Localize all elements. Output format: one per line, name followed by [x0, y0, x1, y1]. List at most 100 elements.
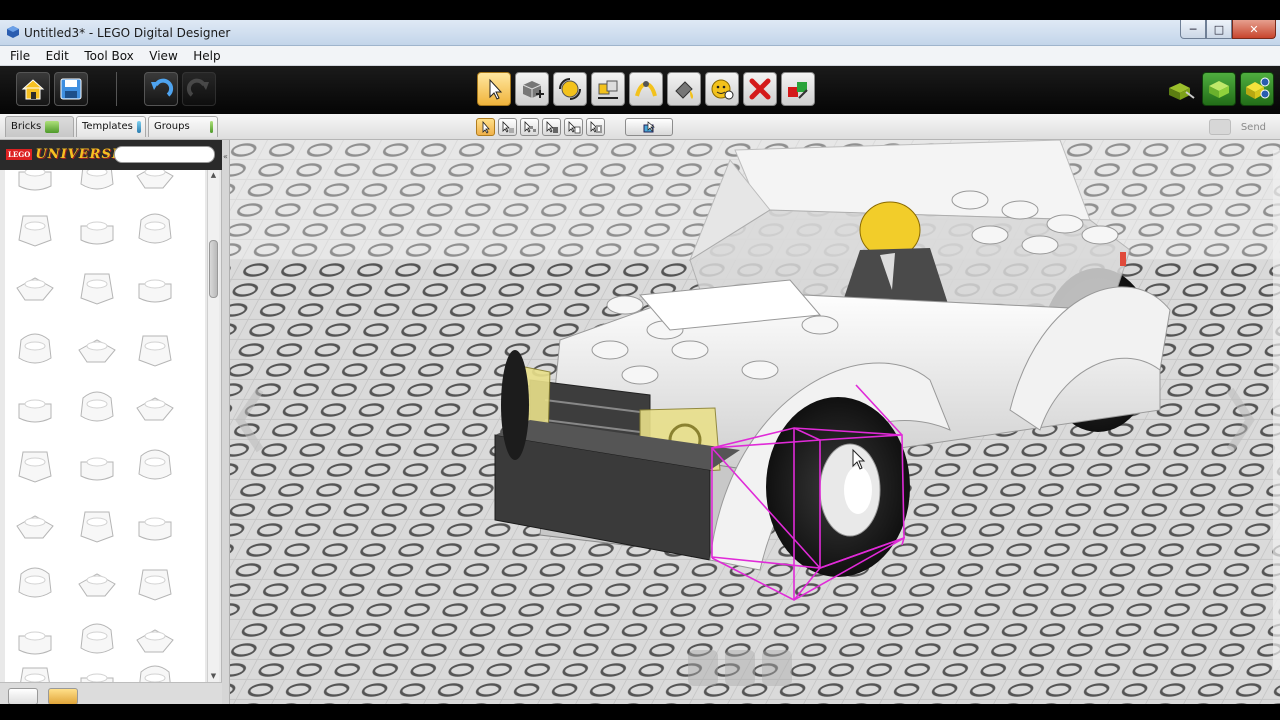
brick-thumbnail[interactable]: [138, 517, 172, 541]
brick-thumbnail[interactable]: [80, 457, 114, 481]
brick-thumbnail[interactable]: [138, 279, 172, 303]
viewport-scrollbar[interactable]: [1273, 150, 1280, 670]
brick-thumbnail[interactable]: [138, 449, 172, 480]
groups-tab-icon: [209, 121, 213, 133]
build-mode-icon: [1169, 83, 1195, 100]
maximize-button[interactable]: □: [1206, 20, 1232, 39]
brick-thumbnail[interactable]: [139, 665, 171, 682]
colour-picker-button[interactable]: [781, 72, 815, 106]
brick-thumbnail[interactable]: [136, 397, 174, 421]
tab-groups-label: Groups: [154, 121, 190, 132]
scrollbar-thumb[interactable]: [209, 240, 218, 298]
brick-thumbnail[interactable]: [16, 515, 54, 539]
build-scene[interactable]: [230, 140, 1280, 704]
brick-thumbnail[interactable]: [16, 277, 54, 301]
paint-tool-button[interactable]: [667, 72, 701, 106]
main-toolbar: [0, 66, 1280, 114]
save-button[interactable]: [54, 72, 88, 106]
connected-select-button[interactable]: [520, 118, 539, 136]
tab-bricks-label: Bricks: [11, 121, 42, 132]
brick-thumbnail[interactable]: [136, 170, 174, 189]
palette-view-button[interactable]: [8, 688, 38, 705]
brick-thumbnail[interactable]: [80, 221, 114, 245]
brick-thumbnail[interactable]: [18, 399, 52, 423]
colour-picker-icon: [788, 82, 808, 99]
menu-help[interactable]: Help: [187, 46, 226, 63]
building-guide-button[interactable]: [1240, 72, 1274, 106]
brick-thumbnail[interactable]: [80, 170, 114, 190]
selection-toolbar: Bricks Templates Groups Send: [0, 114, 1280, 140]
camera-controls[interactable]: [688, 650, 792, 686]
brick-palette-panel: LEGO UNIVERSE ▲ ▼: [0, 140, 222, 705]
scroll-down-icon[interactable]: ▼: [208, 671, 219, 682]
screen-top-border: [0, 0, 1280, 20]
brick-thumbnail[interactable]: [18, 215, 52, 247]
tab-groups[interactable]: Groups: [148, 116, 218, 137]
single-select-button[interactable]: [476, 118, 495, 136]
screen-bottom-border: [0, 704, 1280, 720]
build-mode-button[interactable]: [1166, 74, 1196, 104]
redo-button[interactable]: [182, 72, 216, 106]
minimize-button[interactable]: ─: [1180, 20, 1206, 39]
same-shape-select-button[interactable]: [564, 118, 583, 136]
tab-templates[interactable]: Templates: [76, 116, 146, 137]
clone-tool-button[interactable]: [515, 72, 549, 106]
menu-edit[interactable]: Edit: [40, 46, 75, 63]
save-icon: [60, 78, 82, 100]
palette-tabs: Bricks Templates Groups: [5, 116, 220, 138]
clone-tool-icon: [522, 81, 544, 98]
send-icon: [1208, 119, 1231, 135]
brick-thumbnail[interactable]: [19, 667, 51, 682]
menu-view[interactable]: View: [143, 46, 183, 63]
brick-thumbnail[interactable]: [80, 391, 114, 422]
3d-viewport[interactable]: [230, 140, 1280, 704]
brick-thumbnail[interactable]: [78, 339, 116, 363]
lego-universe-header: LEGO UNIVERSE: [0, 140, 222, 170]
undo-button[interactable]: [144, 72, 178, 106]
brick-thumbnail[interactable]: [80, 511, 114, 543]
close-button[interactable]: ✕: [1232, 20, 1276, 39]
home-button[interactable]: [16, 72, 50, 106]
hide-tool-button[interactable]: [705, 72, 739, 106]
brick-thumbnail[interactable]: [18, 451, 52, 483]
invert-select-button[interactable]: [586, 118, 605, 136]
brick-thumbnail[interactable]: [18, 631, 52, 655]
palette-scrollbar[interactable]: ▲ ▼: [207, 170, 219, 682]
send-button[interactable]: Send: [1208, 119, 1266, 135]
hinge-align-icon: [598, 80, 618, 99]
brick-thumbnail[interactable]: [136, 629, 174, 653]
group-brick-button[interactable]: [625, 118, 673, 136]
brick-thumbnail[interactable]: [80, 623, 114, 654]
collapse-panel-button[interactable]: «: [222, 140, 230, 704]
tab-bricks[interactable]: Bricks: [5, 116, 74, 137]
same-colour-select-button[interactable]: [542, 118, 561, 136]
brick-thumbnail[interactable]: [78, 573, 116, 597]
lego-app-icon: [7, 26, 19, 38]
multi-select-icon: [502, 121, 514, 133]
hinge-tool-button[interactable]: [553, 72, 587, 106]
brick-thumbnail[interactable]: [138, 213, 172, 244]
brick-thumbnail[interactable]: [80, 673, 114, 682]
scroll-up-icon[interactable]: ▲: [208, 170, 219, 181]
redo-icon: [186, 78, 209, 97]
brick-thumbnail[interactable]: [18, 170, 52, 191]
flex-tool-button[interactable]: [629, 72, 663, 106]
view-mode-button[interactable]: [1202, 72, 1236, 106]
menu-file[interactable]: File: [0, 46, 36, 63]
brick-search-input[interactable]: [114, 146, 215, 163]
brick-thumbnail[interactable]: [80, 273, 114, 305]
palette-footer: [0, 682, 222, 705]
brick-thumbnail[interactable]: [138, 335, 172, 367]
multi-select-button[interactable]: [498, 118, 517, 136]
delete-tool-button[interactable]: [743, 72, 777, 106]
flex-tool-icon: [635, 81, 657, 97]
brick-thumbnail[interactable]: [138, 569, 172, 601]
select-tool-button[interactable]: [477, 72, 511, 106]
palette-filter-button[interactable]: [48, 688, 78, 705]
brick-thumbnail[interactable]: [18, 567, 52, 598]
single-select-icon: [482, 120, 490, 134]
brick-thumbnail[interactable]: [18, 333, 52, 364]
same-shape-select-icon: [568, 121, 581, 134]
hinge-align-button[interactable]: [591, 72, 625, 106]
menu-toolbox[interactable]: Tool Box: [78, 46, 139, 63]
